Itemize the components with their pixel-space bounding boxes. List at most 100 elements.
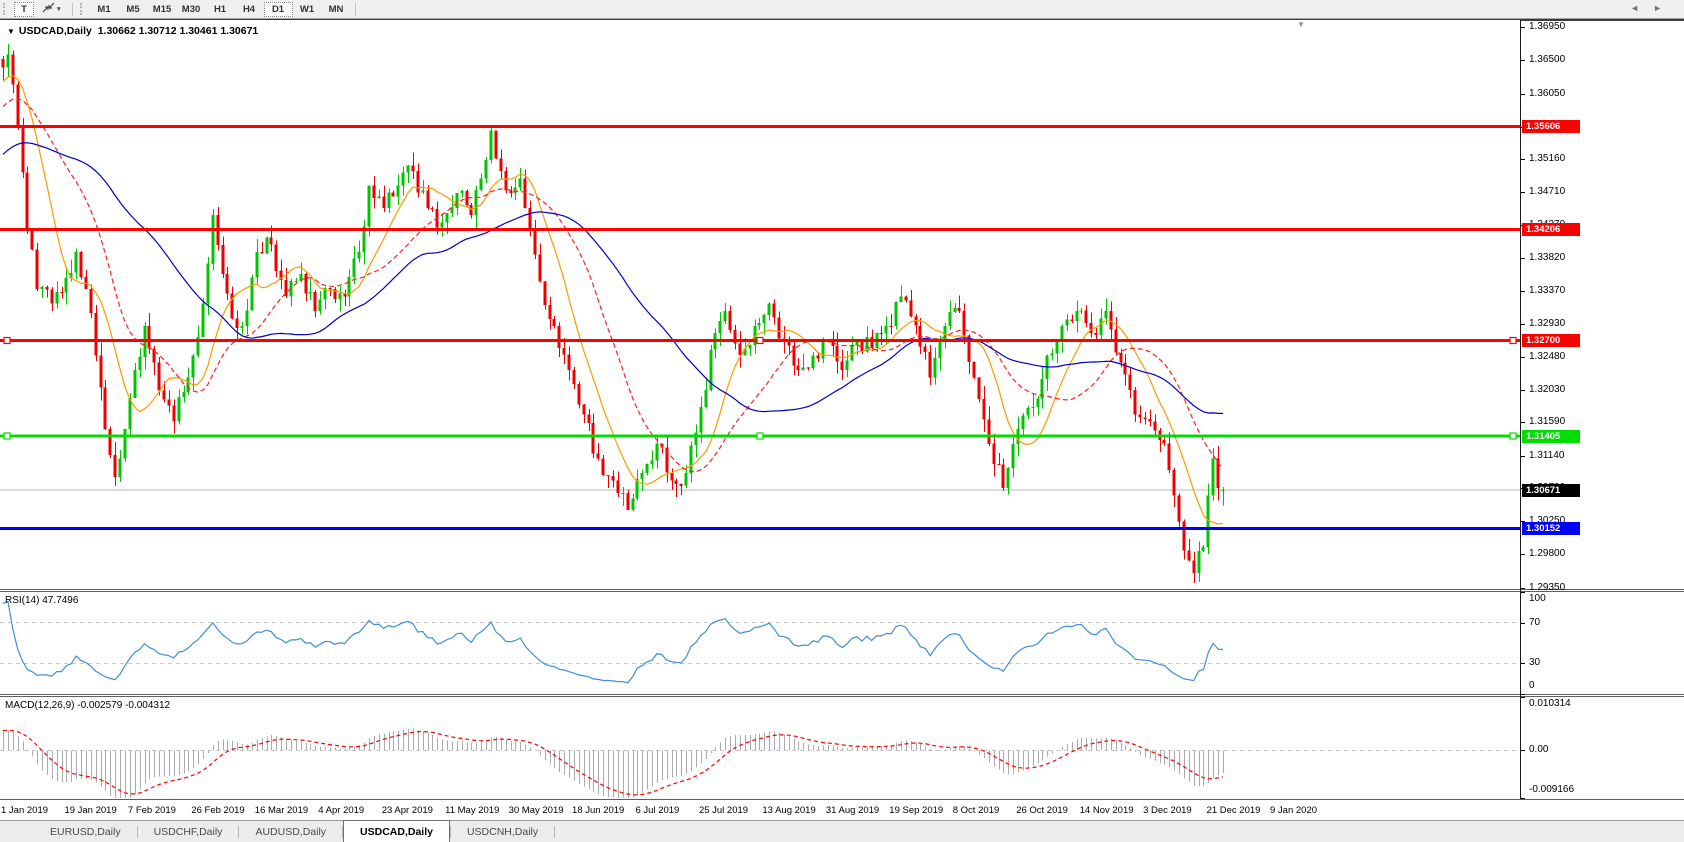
date-axis-label: 26 Feb 2019 xyxy=(191,805,245,816)
date-axis-label: 31 Aug 2019 xyxy=(825,805,880,816)
date-axis-label: 21 Dec 2019 xyxy=(1206,805,1261,816)
price-tick-label: 1.33820 xyxy=(1529,251,1566,263)
date-axis-label: 8 Oct 2019 xyxy=(952,805,1000,816)
tab-scroll-arrows[interactable]: ◄► xyxy=(1630,3,1676,13)
chart-shift-marker-icon[interactable]: ▼ xyxy=(1297,21,1305,29)
tab-scroll-left-icon[interactable]: ◄ xyxy=(1630,3,1653,13)
price-tick-label: 1.32030 xyxy=(1529,383,1566,395)
price-tick xyxy=(1521,554,1525,555)
price-tick-label: 1.31140 xyxy=(1529,449,1565,461)
price-tick-label: 1.29350 xyxy=(1529,581,1566,593)
timeframe-button-h1[interactable]: H1 xyxy=(206,2,235,17)
date-axis-label: 11 May 2019 xyxy=(445,805,500,816)
toolbar-grip[interactable] xyxy=(79,3,87,15)
price-tick xyxy=(1521,94,1525,95)
price-tick xyxy=(1521,422,1525,423)
symbol-tab-bar: EURUSD,Daily USDCHF,Daily AUDUSD,Daily USDC… xyxy=(0,820,1684,842)
price-tick-label: 1.34710 xyxy=(1529,186,1566,198)
tab-scroll-right-icon[interactable]: ► xyxy=(1653,3,1676,13)
text-tool-button[interactable]: T xyxy=(14,1,34,17)
macd-tick xyxy=(1521,750,1525,751)
date-axis-label: 7 Feb 2019 xyxy=(127,805,176,816)
symbol-tab-usdcad-daily[interactable]: USDCAD,Daily xyxy=(343,820,450,842)
rsi-tick-label: 30 xyxy=(1529,657,1541,669)
price-tick xyxy=(1521,27,1525,28)
arrows-tool-button[interactable]: ▾ xyxy=(36,2,67,17)
symbol-tab-usdchf-daily[interactable]: USDCHF,Daily xyxy=(138,821,239,842)
macd-indicator-pane[interactable]: MACD(12,26,9) -0.002579 -0.004312 xyxy=(0,697,1520,798)
tab-separator xyxy=(554,825,556,838)
date-axis-label: 30 May 2019 xyxy=(508,805,564,816)
date-axis-label: 23 Apr 2019 xyxy=(381,805,433,816)
timeframe-button-m5[interactable]: M5 xyxy=(119,2,148,17)
date-axis-label: 16 Mar 2019 xyxy=(254,805,309,816)
rsi-tick xyxy=(1521,663,1525,664)
price-tick-label: 1.29800 xyxy=(1529,548,1566,560)
hline-price-label: 1.35606 xyxy=(1522,120,1580,133)
symbol-tab-audusd-daily[interactable]: AUDUSD,Daily xyxy=(239,821,342,842)
price-tick xyxy=(1521,390,1525,391)
macd-tick xyxy=(1521,697,1525,698)
timeframe-button-m30[interactable]: M30 xyxy=(177,2,206,17)
price-tick xyxy=(1521,357,1525,358)
chevron-down-icon: ▾ xyxy=(57,6,61,13)
chart-dropdown-icon[interactable]: ▼ xyxy=(7,27,15,36)
date-axis-label: 26 Oct 2019 xyxy=(1016,805,1068,816)
timeframe-button-mn[interactable]: MN xyxy=(322,2,351,17)
symbol-tab-eurusd-daily[interactable]: EURUSD,Daily xyxy=(34,821,137,842)
mt4-application-window: T ▾ M1 M5 M15 M30 H1 H4 D1 W1 MN ▼ USDCAD,Daily 1… xyxy=(0,0,1684,842)
price-tick xyxy=(1521,192,1525,193)
hline-price-label: 1.30152 xyxy=(1522,522,1580,535)
date-axis-label: 6 Jul 2019 xyxy=(635,805,680,816)
date-axis[interactable]: 1 Jan 2019 19 Jan 2019 7 Feb 2019 26 Feb 20… xyxy=(0,799,1684,820)
price-tick-label: 1.36500 xyxy=(1529,54,1566,66)
timeframe-button-w1[interactable]: W1 xyxy=(293,2,322,17)
date-axis-label: 19 Jan 2019 xyxy=(64,805,117,816)
macd-plot[interactable] xyxy=(0,697,1520,798)
hline-price-label: 1.32700 xyxy=(1522,334,1580,347)
symbol-tab-usdcnh-daily[interactable]: USDCNH,Daily xyxy=(451,821,554,842)
rsi-tick xyxy=(1521,694,1525,695)
price-tick-label: 1.36950 xyxy=(1529,21,1566,33)
chart-title: ▼ USDCAD,Daily 1.30662 1.30712 1.30461 1.… xyxy=(7,25,258,37)
price-tick xyxy=(1521,60,1525,61)
date-axis-label: 14 Nov 2019 xyxy=(1079,805,1134,816)
price-tick-label: 1.32480 xyxy=(1529,350,1566,362)
price-axis-border xyxy=(1520,20,1521,799)
macd-tick xyxy=(1521,798,1525,799)
date-axis-label: 18 Jun 2019 xyxy=(572,805,625,816)
price-tick xyxy=(1521,258,1525,259)
price-tick xyxy=(1521,159,1525,160)
rsi-tick xyxy=(1521,623,1525,624)
rsi-plot[interactable] xyxy=(0,592,1520,694)
macd-tick-label: 0.010314 xyxy=(1529,698,1571,709)
rsi-indicator-pane[interactable]: RSI(14) 47.7496 xyxy=(0,592,1520,694)
date-axis-label: 19 Sep 2019 xyxy=(889,805,944,816)
price-tick xyxy=(1521,291,1525,292)
chart-symbol-label: USDCAD,Daily xyxy=(18,25,92,37)
date-axis-label: 13 Aug 2019 xyxy=(762,805,816,816)
date-axis-label: 1 Jan 2019 xyxy=(1,805,49,816)
price-tick-label: 1.36050 xyxy=(1529,87,1566,99)
timeframe-button-h4[interactable]: H4 xyxy=(235,2,264,17)
arrows-tool-icon xyxy=(42,2,55,16)
price-tick-label: 1.32930 xyxy=(1529,317,1566,329)
main-price-pane[interactable]: ▼ USDCAD,Daily 1.30662 1.30712 1.30461 1.… xyxy=(0,20,1520,589)
price-tick-label: 1.33370 xyxy=(1529,285,1566,297)
rsi-tick-label: 70 xyxy=(1529,616,1541,628)
timeframe-button-d1[interactable]: D1 xyxy=(263,1,293,17)
price-tick xyxy=(1521,588,1525,589)
timeframe-button-m15[interactable]: M15 xyxy=(148,2,177,17)
macd-tick-label: 0.00 xyxy=(1529,744,1549,756)
date-axis-label: 4 Apr 2019 xyxy=(318,805,365,816)
macd-label: MACD(12,26,9) -0.002579 -0.004312 xyxy=(5,700,171,711)
toolbar-grip[interactable] xyxy=(3,3,10,15)
rsi-tick xyxy=(1521,592,1525,593)
candlestick-chart[interactable] xyxy=(0,22,1520,589)
price-tick xyxy=(1521,324,1525,325)
date-axis-label: 3 Dec 2019 xyxy=(1143,805,1192,816)
macd-tick-label: -0.009166 xyxy=(1529,784,1575,795)
timeframe-button-m1[interactable]: M1 xyxy=(90,2,119,17)
toolbar-separator xyxy=(354,2,356,16)
rsi-tick-label: 100 xyxy=(1529,593,1546,604)
